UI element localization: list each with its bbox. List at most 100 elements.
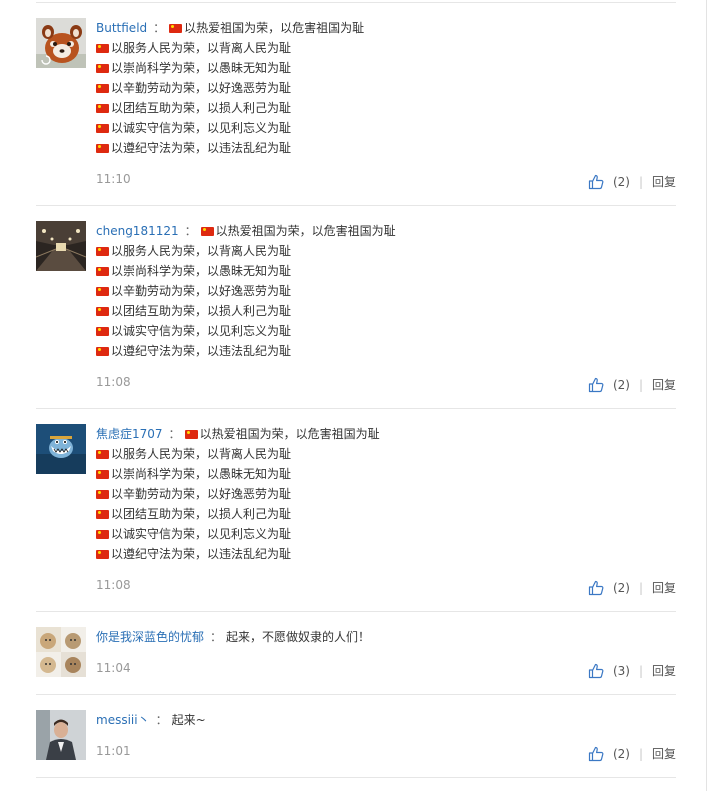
comment-item: cheng181121 ： 以热爱祖国为荣，以危害祖国为耻 以服务人民为荣，以背离人… <box>36 206 676 409</box>
comment-line-row: 以遵纪守法为荣，以违法乱纪为耻 <box>96 544 676 564</box>
china-flag-icon <box>96 84 109 93</box>
comment-line: 以热爱祖国为荣，以危害祖国为耻 <box>215 224 396 238</box>
china-flag-icon <box>96 347 109 356</box>
comment-text: 起来~ <box>171 713 206 727</box>
comment-first-line: Buttfield ： 以热爱祖国为荣，以危害祖国为耻 <box>96 18 676 38</box>
comment-line: 以遵纪守法为荣，以违法乱纪为耻 <box>111 141 292 155</box>
like-count: (2) <box>612 377 630 392</box>
separator: | <box>638 746 643 761</box>
scroll-edge <box>706 0 707 791</box>
china-flag-icon <box>96 450 109 459</box>
comment-line-row: 以辛勤劳动为荣，以好逸恶劳为耻 <box>96 484 676 504</box>
china-flag-icon <box>96 44 109 53</box>
man-avatar[interactable] <box>36 710 86 760</box>
thumbs-up-icon[interactable] <box>588 174 604 190</box>
comment-line: 以服务人民为荣，以背离人民为耻 <box>111 244 292 258</box>
china-flag-icon <box>96 287 109 296</box>
china-flag-icon <box>96 510 109 519</box>
china-flag-icon <box>200 227 214 236</box>
china-flag-icon <box>96 144 109 153</box>
thumbs-up-icon[interactable] <box>588 663 604 679</box>
separator: | <box>638 663 643 678</box>
comment-line-row: 以辛勤劳动为荣，以好逸恶劳为耻 <box>96 78 676 98</box>
colon: ： <box>168 427 181 441</box>
reply-link[interactable]: 回复 <box>652 173 676 190</box>
comment-line: 以热爱祖国为荣，以危害祖国为耻 <box>184 21 365 35</box>
comment-first-line: 你是我深蓝色的忧郁 ：起来，不愿做奴隶的人们！ <box>96 627 676 647</box>
comment-line: 以热爱祖国为荣，以危害祖国为耻 <box>199 427 380 441</box>
china-flag-icon <box>184 430 198 439</box>
reply-link[interactable]: 回复 <box>652 662 676 679</box>
thumbs-up-icon[interactable] <box>588 580 604 596</box>
comment-line-row: 以服务人民为荣，以背离人民为耻 <box>96 38 676 58</box>
comment-actions: (2) | 回复 <box>588 173 676 190</box>
comment-line-row: 以崇尚科学为荣，以愚昧无知为耻 <box>96 58 676 78</box>
comment-item: Buttfield ： 以热爱祖国为荣，以危害祖国为耻 以服务人民为荣，以背离人民为… <box>36 3 676 206</box>
comment-time: 11:08 <box>96 375 131 389</box>
comment-time: 11:10 <box>96 172 131 186</box>
comment-line: 以辛勤劳动为荣，以好逸恶劳为耻 <box>111 487 292 501</box>
comment-line: 以服务人民为荣，以背离人民为耻 <box>111 41 292 55</box>
comment-line-row: 以团结互助为荣，以损人利己为耻 <box>96 98 676 118</box>
cartoon-avatar[interactable] <box>36 424 86 474</box>
cats-avatar[interactable] <box>36 627 86 677</box>
comment-line: 以遵纪守法为荣，以违法乱纪为耻 <box>111 344 292 358</box>
username-link[interactable]: cheng181121 <box>96 224 179 238</box>
like-count: (2) <box>612 746 630 761</box>
china-flag-icon <box>96 267 109 276</box>
comment-actions: (2) | 回复 <box>588 745 676 762</box>
like-count: (3) <box>612 663 630 678</box>
red-panda-avatar[interactable] <box>36 18 86 68</box>
comment-line: 以崇尚科学为荣，以愚昧无知为耻 <box>111 467 292 481</box>
like-count: (2) <box>612 580 630 595</box>
comment-actions: (2) | 回复 <box>588 376 676 393</box>
comment-line: 以团结互助为荣，以损人利己为耻 <box>111 507 292 521</box>
username-link[interactable]: 你是我深蓝色的忧郁 <box>96 630 204 644</box>
colon: ： <box>155 713 168 727</box>
comment-line: 以服务人民为荣，以背离人民为耻 <box>111 447 292 461</box>
china-flag-icon <box>96 64 109 73</box>
separator: | <box>638 174 643 189</box>
china-flag-icon <box>96 470 109 479</box>
comment-line-row: 以崇尚科学为荣，以愚昧无知为耻 <box>96 261 676 281</box>
comment-line: 以辛勤劳动为荣，以好逸恶劳为耻 <box>111 284 292 298</box>
comment-line: 以团结互助为荣，以损人利己为耻 <box>111 101 292 115</box>
comment-line-row: 以服务人民为荣，以背离人民为耻 <box>96 241 676 261</box>
separator: | <box>638 580 643 595</box>
comment-time: 11:08 <box>96 578 131 592</box>
username-link[interactable]: 焦虑症1707 <box>96 427 163 441</box>
comment-actions: (2) | 回复 <box>588 579 676 596</box>
thumbs-up-icon[interactable] <box>588 377 604 393</box>
comment-line: 以辛勤劳动为荣，以好逸恶劳为耻 <box>111 81 292 95</box>
comment-line: 以诚实守信为荣，以见利忘义为耻 <box>111 527 292 541</box>
comment-time: 11:04 <box>96 661 131 675</box>
china-flag-icon <box>169 24 183 33</box>
reply-link[interactable]: 回复 <box>652 579 676 596</box>
comment-line-row: 以诚实守信为荣，以见利忘义为耻 <box>96 321 676 341</box>
comment-line: 以崇尚科学为荣，以愚昧无知为耻 <box>111 61 292 75</box>
comment-line: 以遵纪守法为荣，以违法乱纪为耻 <box>111 547 292 561</box>
username-link[interactable]: messiii丶 <box>96 713 150 727</box>
comment-first-line: cheng181121 ： 以热爱祖国为荣，以危害祖国为耻 <box>96 221 676 241</box>
colon: ： <box>184 224 197 238</box>
colon: ： <box>153 21 166 35</box>
reply-link[interactable]: 回复 <box>652 376 676 393</box>
comment-line-row: 以遵纪守法为荣，以违法乱纪为耻 <box>96 341 676 361</box>
comment-line-row: 以遵纪守法为荣，以违法乱纪为耻 <box>96 138 676 158</box>
thumbs-up-icon[interactable] <box>588 746 604 762</box>
comment-line-row: 以团结互助为荣，以损人利己为耻 <box>96 301 676 321</box>
comment-line: 以诚实守信为荣，以见利忘义为耻 <box>111 121 292 135</box>
comment-item: 焦虑症1707：以热爱祖国为荣，以危害祖国为耻 以服务人民为荣，以背离人民为耻 … <box>36 409 676 612</box>
comment-time: 11:01 <box>96 744 131 758</box>
china-flag-icon <box>96 307 109 316</box>
china-flag-icon <box>96 490 109 499</box>
comment-line-row: 以诚实守信为荣，以见利忘义为耻 <box>96 524 676 544</box>
comment-line: 以团结互助为荣，以损人利己为耻 <box>111 304 292 318</box>
username-link[interactable]: Buttfield <box>96 21 147 35</box>
comment-line-row: 以诚实守信为荣，以见利忘义为耻 <box>96 118 676 138</box>
separator: | <box>638 377 643 392</box>
reply-link[interactable]: 回复 <box>652 745 676 762</box>
tunnel-avatar[interactable] <box>36 221 86 271</box>
comment-actions: (3) | 回复 <box>588 662 676 679</box>
comment-first-line: messiii丶 ：起来~ <box>96 710 676 730</box>
